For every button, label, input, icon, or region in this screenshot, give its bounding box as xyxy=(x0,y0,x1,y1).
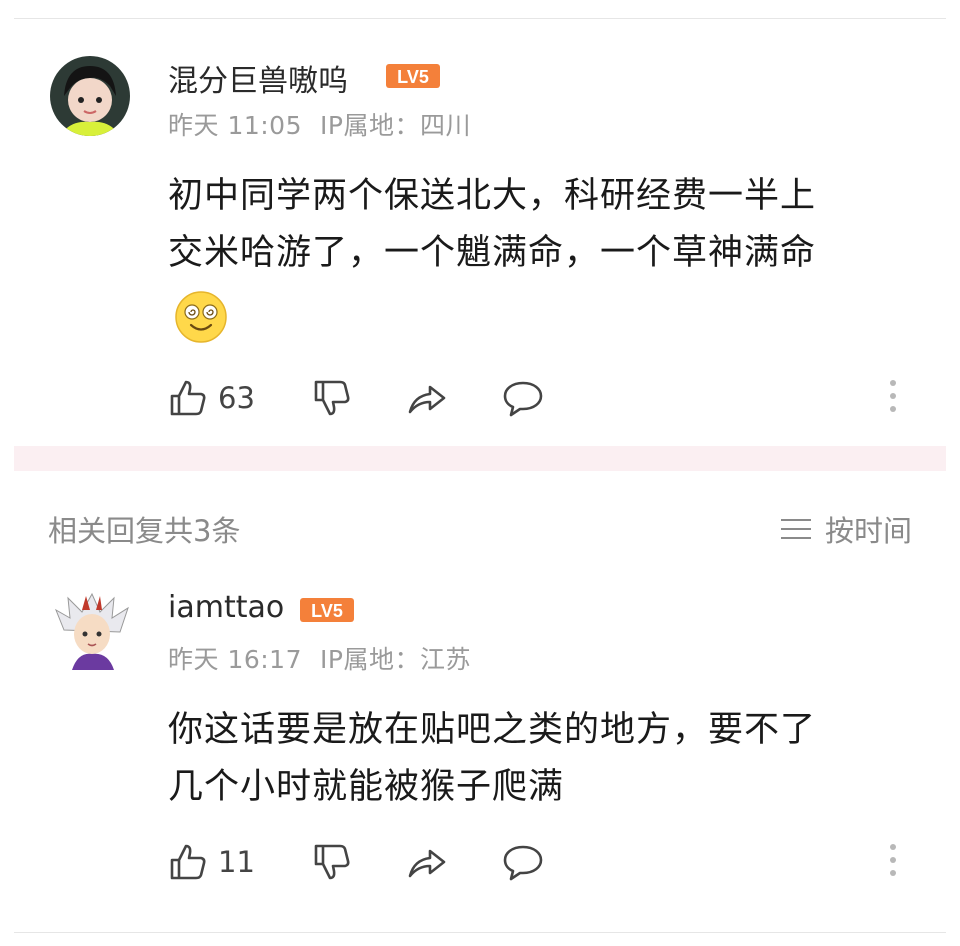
reply-avatar[interactable] xyxy=(52,590,132,670)
level-text: LV5 xyxy=(311,601,343,621)
thumbs-up-icon xyxy=(170,380,206,416)
share-icon xyxy=(408,385,446,414)
more-icon[interactable] xyxy=(887,380,899,420)
thumbs-down-icon xyxy=(314,380,350,416)
reply-dislike-button[interactable] xyxy=(312,842,352,882)
reply-line: 几个小时就能被猴子爬满 xyxy=(168,767,565,807)
level-badge: LV5 xyxy=(386,64,440,88)
reply-username[interactable]: iamttao xyxy=(168,590,284,625)
share-button[interactable] xyxy=(406,378,448,418)
share-icon xyxy=(408,849,446,878)
ip-location: IP属地：四川 xyxy=(320,111,471,140)
reply-meta: 昨天 16:17 IP属地：江苏 xyxy=(168,640,489,676)
reply-line: 你这话要是放在贴吧之类的地方，要不了 xyxy=(168,710,817,750)
reply-text: 你这话要是放在贴吧之类的地方，要不了 几个小时就能被猴子爬满 xyxy=(168,702,908,816)
dizzy-smile-emoji xyxy=(175,291,227,343)
reply-level-badge: LV5 xyxy=(300,598,354,622)
level-text: LV5 xyxy=(397,67,429,87)
thumbs-down-icon xyxy=(314,844,350,880)
like-button[interactable]: 63 xyxy=(168,378,255,418)
comment-icon xyxy=(503,381,543,417)
reply-button[interactable] xyxy=(502,378,544,418)
reply-share-button[interactable] xyxy=(406,842,448,882)
thumbs-up-icon xyxy=(170,844,206,880)
like-count: 11 xyxy=(218,845,255,879)
avatar[interactable] xyxy=(50,56,130,136)
reply-comment-button[interactable] xyxy=(502,842,544,882)
dislike-button[interactable] xyxy=(312,378,352,418)
section-divider xyxy=(14,446,946,471)
comment-text: 初中同学两个保送北大，科研经费一半上 交米哈游了，一个魈满命，一个草神满命 xyxy=(168,168,908,282)
comment-line: 交米哈游了，一个魈满命，一个草神满命 xyxy=(168,233,817,273)
comment-line: 初中同学两个保送北大，科研经费一半上 xyxy=(168,176,817,216)
reply-more-icon[interactable] xyxy=(887,844,899,884)
comment-meta: 昨天 11:05 IP属地：四川 xyxy=(168,106,489,142)
sort-icon xyxy=(780,517,811,541)
reply-like-button[interactable]: 11 xyxy=(168,842,255,882)
bottom-divider xyxy=(14,932,946,933)
like-count: 63 xyxy=(218,381,255,415)
comment-icon xyxy=(503,845,543,881)
username[interactable]: 混分巨兽嗷呜 xyxy=(168,56,348,100)
sort-label: 按时间 xyxy=(824,514,912,548)
ip-location: IP属地：江苏 xyxy=(320,645,471,674)
sort-button[interactable]: 按时间 xyxy=(780,508,912,550)
replies-count-label: 相关回复共3条 xyxy=(48,514,241,548)
timestamp: 昨天 16:17 xyxy=(168,645,302,674)
top-divider xyxy=(14,18,946,19)
timestamp: 昨天 11:05 xyxy=(168,111,302,140)
